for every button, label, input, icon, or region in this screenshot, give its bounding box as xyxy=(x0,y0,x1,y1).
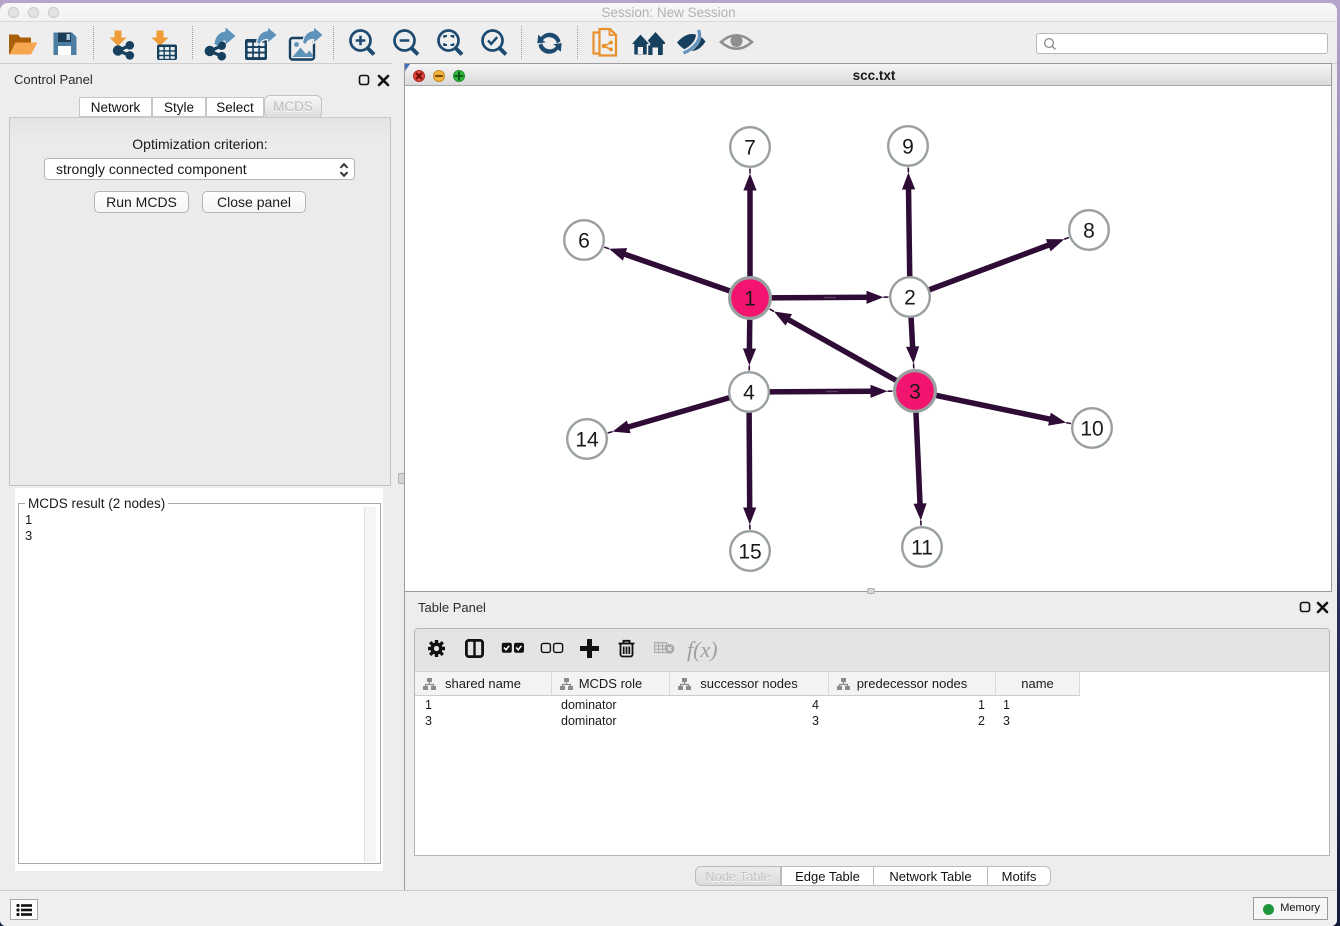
svg-text:10: 10 xyxy=(1080,418,1103,441)
svg-text:1: 1 xyxy=(744,288,756,311)
svg-text:15: 15 xyxy=(738,541,761,564)
svg-text:9: 9 xyxy=(902,136,914,159)
svg-text:3: 3 xyxy=(909,381,921,404)
svg-text:8: 8 xyxy=(1083,220,1095,243)
svg-text:11: 11 xyxy=(911,537,933,560)
svg-text:14: 14 xyxy=(575,429,599,452)
svg-text:4: 4 xyxy=(743,382,755,405)
svg-text:2: 2 xyxy=(904,287,916,310)
svg-text:6: 6 xyxy=(578,230,590,253)
svg-text:7: 7 xyxy=(744,137,756,160)
